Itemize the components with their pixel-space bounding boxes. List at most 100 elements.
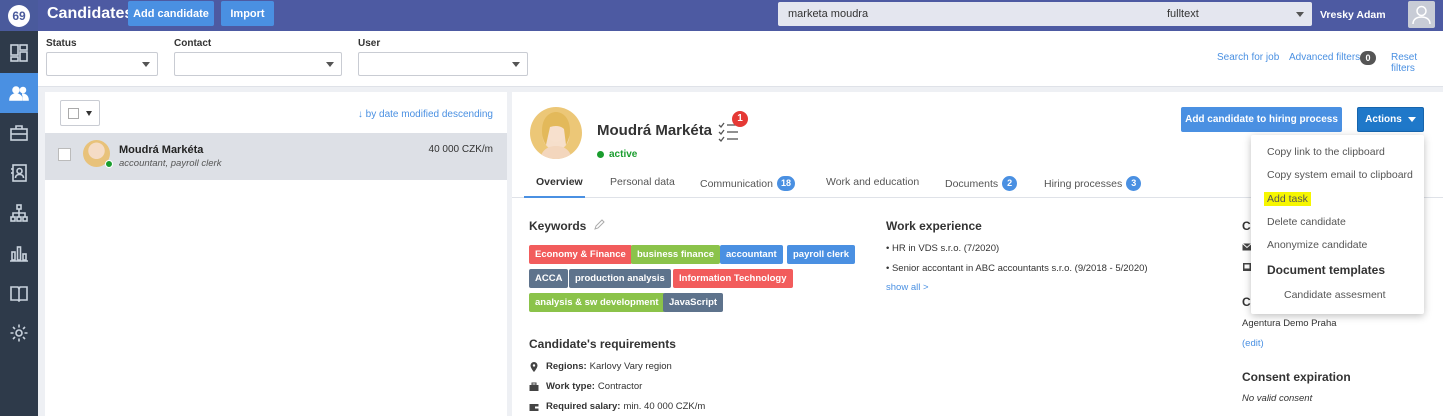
chevron-down-icon	[142, 62, 150, 67]
tab-documents[interactable]: Documents 2	[945, 176, 1018, 191]
menu-item-add-task[interactable]: Add task	[1264, 192, 1311, 206]
candidate-name: Moudrá Markéta	[119, 144, 204, 156]
row-checkbox[interactable]	[58, 148, 71, 161]
show-all-link[interactable]: show all >	[886, 282, 929, 293]
tab-label: Overview	[536, 176, 583, 188]
requirement-salary: Required salary: min. 40 000 CZK/m	[529, 401, 705, 412]
tab-personal-data[interactable]: Personal data	[610, 176, 675, 188]
nav-contacts[interactable]	[0, 153, 38, 193]
work-type-value: Contractor	[597, 381, 643, 392]
search-for-job-link[interactable]: Search for job	[1217, 52, 1279, 63]
briefcase-icon	[10, 125, 28, 141]
caret-down-icon	[1407, 117, 1416, 122]
book-icon	[10, 286, 28, 303]
actions-button-label: Actions	[1365, 114, 1402, 125]
salary-label: Required salary:	[546, 401, 621, 412]
consent-expiration-heading: Consent expiration	[1242, 370, 1351, 384]
consent-value: No valid consent	[1242, 393, 1313, 404]
nav-reports[interactable]	[0, 233, 38, 273]
menu-item-anonymize-candidate[interactable]: Anonymize candidate	[1267, 239, 1367, 251]
table-row[interactable]: Moudrá Markéta accountant, payroll clerk…	[45, 133, 507, 180]
actions-button[interactable]: Actions	[1357, 107, 1424, 132]
chevron-down-icon	[326, 62, 334, 67]
advanced-filters-count-badge: 0	[1360, 51, 1376, 65]
work-experience-heading: Work experience	[886, 219, 982, 233]
map-pin-icon	[530, 361, 538, 372]
keywords-heading: Keywords	[529, 219, 587, 233]
tab-count-badge: 18	[776, 176, 795, 191]
candidate-portrait-icon	[540, 112, 572, 159]
tab-label: Hiring processes	[1044, 177, 1123, 190]
caret-down-icon	[86, 111, 92, 116]
menu-item-delete-candidate[interactable]: Delete candidate	[1267, 216, 1346, 228]
logo-icon: 69	[8, 4, 30, 27]
menu-item-copy-link[interactable]: Copy link to the clipboard	[1267, 146, 1385, 158]
tab-work-and-education[interactable]: Work and education	[826, 176, 919, 188]
regions-value: Karlovy Vary region	[589, 361, 672, 372]
filter-bar: Status Contact User Search for job Advan…	[38, 31, 1443, 87]
select-all-checkbox[interactable]	[68, 108, 79, 119]
page-title: Candidates	[47, 5, 134, 22]
left-navigation-rail: 69	[0, 0, 38, 416]
keyword-tag: payroll clerk	[787, 245, 855, 264]
nav-candidates[interactable]	[0, 73, 38, 113]
keyword-tag: Information Technology	[673, 269, 793, 288]
gear-icon	[10, 324, 28, 342]
reset-filters-link[interactable]: Reset filters	[1391, 52, 1443, 74]
menu-item-candidate-assessment[interactable]: Candidate assesment	[1284, 289, 1386, 301]
top-bar: Candidates Add candidate Import fulltext…	[38, 0, 1443, 31]
user-avatar[interactable]	[1408, 1, 1435, 28]
nav-dashboard[interactable]	[0, 33, 38, 73]
tab-communication[interactable]: Communication 18	[700, 176, 795, 191]
users-icon	[9, 86, 29, 101]
org-chart-icon	[10, 204, 28, 222]
search-mode-value: fulltext	[1167, 8, 1199, 20]
nav-organization[interactable]	[0, 193, 38, 233]
nav-manual[interactable]	[0, 273, 38, 313]
sort-order-link[interactable]: ↓ by date modified descending	[358, 109, 493, 120]
app-logo[interactable]: 69	[0, 0, 38, 31]
search-box	[778, 2, 1192, 26]
add-candidate-button[interactable]: Add candidate	[128, 1, 214, 26]
salary-value: min. 40 000 CZK/m	[623, 401, 706, 412]
regions-label: Regions:	[546, 361, 587, 372]
tab-count-badge: 2	[1002, 176, 1018, 191]
keyword-tag: Economy & Finance	[529, 245, 632, 264]
requirements-heading: Candidate's requirements	[529, 337, 676, 351]
select-all-dropdown[interactable]	[60, 100, 100, 126]
document-templates-heading: Document templates	[1267, 263, 1386, 277]
tab-count-badge: 3	[1126, 176, 1142, 191]
bar-chart-icon	[10, 246, 28, 262]
status-dot-icon	[597, 151, 604, 158]
candidate-salary: 40 000 CZK/m	[428, 144, 493, 155]
right-section-heading-2: C	[1242, 295, 1251, 309]
keyword-tag: JavaScript	[663, 293, 724, 312]
advanced-filters-link[interactable]: Advanced filters	[1289, 52, 1360, 63]
edit-agency-link[interactable]: (edit)	[1242, 338, 1264, 349]
tab-overview[interactable]: Overview	[536, 176, 583, 188]
candidate-list-panel: ↓ by date modified descending Moudrá Mar…	[45, 92, 507, 416]
candidate-photo	[530, 107, 582, 159]
status-filter-label: Status	[46, 38, 77, 49]
requirement-work-type: Work type: Contractor	[529, 381, 642, 392]
tab-hiring-processes[interactable]: Hiring processes 3	[1044, 176, 1142, 191]
keyword-tag: production analysis	[569, 269, 671, 288]
right-section-heading-1: C	[1242, 219, 1251, 233]
user-filter-select[interactable]	[358, 52, 528, 76]
keyword-tag: analysis & sw development	[529, 293, 665, 312]
candidate-subtitle: accountant, payroll clerk	[119, 158, 222, 169]
search-mode-select[interactable]: fulltext	[1159, 2, 1312, 26]
add-to-hiring-process-button[interactable]: Add candidate to hiring process	[1181, 107, 1342, 132]
search-input[interactable]	[778, 2, 1158, 26]
import-button[interactable]: Import	[221, 1, 274, 26]
user-name[interactable]: Vresky Adam	[1320, 9, 1386, 21]
edit-pencil-icon[interactable]	[594, 219, 605, 230]
nav-settings[interactable]	[0, 313, 38, 353]
contact-filter-select[interactable]	[174, 52, 342, 76]
status-filter-select[interactable]	[46, 52, 158, 76]
keyword-tag: accountant	[720, 245, 783, 264]
menu-item-copy-system-email[interactable]: Copy system email to clipboard	[1267, 169, 1413, 181]
nav-jobs[interactable]	[0, 113, 38, 153]
status-text: active	[609, 149, 638, 160]
briefcase-icon	[529, 382, 539, 391]
